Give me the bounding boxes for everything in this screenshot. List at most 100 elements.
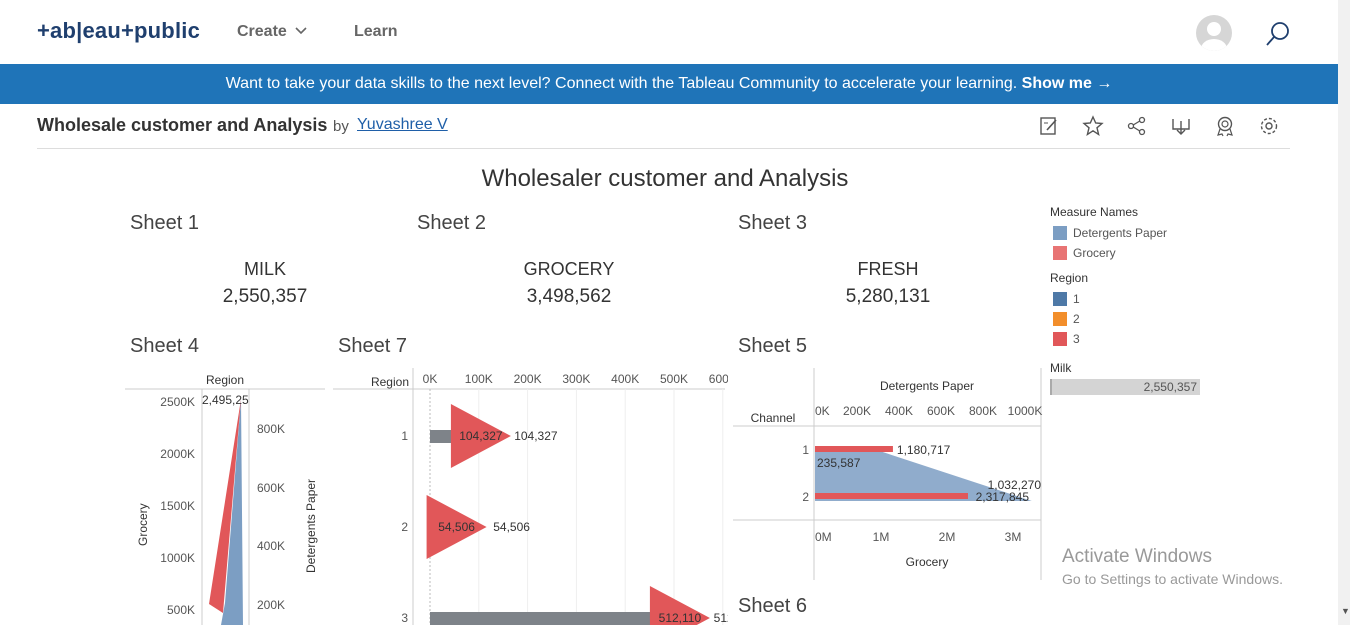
scroll-down-arrow-icon[interactable]: ▼ — [1341, 606, 1350, 616]
legend-item-region-2[interactable]: 2 — [1050, 309, 1200, 329]
top-tick: 400K — [885, 404, 913, 418]
data-label: 54,506 — [438, 520, 475, 534]
legend-milk-title: Milk — [1050, 361, 1072, 375]
data-label: 54,506 — [493, 520, 530, 534]
sheet5-bottom-ticks: 0M 1M 2M 3M — [815, 530, 1021, 544]
legend-swatch — [1053, 292, 1067, 306]
dashboard-title: Wholesaler customer and Analysis — [481, 165, 849, 192]
chevron-down-icon — [295, 27, 307, 35]
y-tick: 2000K — [160, 447, 195, 461]
x-tick: 200K — [514, 372, 542, 386]
y2-tick: 800K — [257, 422, 285, 436]
sheet5-categories: 12 — [802, 443, 809, 504]
kpi-grocery-value: 3,498,562 — [526, 286, 612, 307]
sheet5-top-ticks: 0K 200K 400K 600K 800K 1000K — [815, 404, 1042, 418]
legend-label: 3 — [1073, 332, 1080, 346]
x-tick: 0K — [423, 372, 438, 386]
data-label: 512,110 — [659, 611, 702, 625]
banner-text: Want to take your data skills to the nex… — [225, 75, 1018, 92]
y-tick: 1500K — [160, 499, 195, 513]
search-icon — [1266, 22, 1289, 46]
legend-region-title: Region — [1050, 271, 1089, 285]
badge-button[interactable] — [1210, 114, 1240, 138]
top-tick: 1000K — [1008, 404, 1043, 418]
tableau-public-logo[interactable]: +ab|eau+public — [37, 18, 200, 44]
legend-measure-title: Measure Names — [1050, 205, 1139, 219]
badge-icon — [1217, 116, 1233, 137]
sheet7-categories: 1 2 3 — [401, 429, 408, 625]
user-avatar[interactable] — [1196, 15, 1232, 51]
viz-by: by — [333, 118, 349, 135]
category-label: 2 — [401, 520, 408, 534]
legend-label: 1 — [1073, 292, 1080, 306]
bar-grocery[interactable] — [815, 446, 893, 452]
activate-windows-title: Activate Windows — [1062, 546, 1212, 567]
top-nav: +ab|eau+public Create Learn — [0, 0, 1338, 64]
bottom-tick: 1M — [873, 530, 890, 544]
download-icon — [1172, 119, 1190, 135]
top-tick: 600K — [927, 404, 955, 418]
data-label: 2,495,25 — [202, 393, 249, 407]
edit-button[interactable] — [1034, 114, 1064, 138]
y2-tick: 600K — [257, 481, 285, 495]
top-tick: 800K — [969, 404, 997, 418]
data-label: 1,180,717 — [897, 443, 951, 457]
top-tick: 200K — [843, 404, 871, 418]
nav-learn[interactable]: Learn — [354, 23, 398, 41]
page-scrollbar[interactable] — [1338, 0, 1350, 625]
legend-swatch — [1053, 226, 1067, 240]
milk-filter-bar[interactable]: 2,550,357 — [1050, 379, 1200, 395]
kpi-grocery-label: GROCERY — [523, 259, 615, 279]
legend-label: 2 — [1073, 312, 1080, 326]
bottom-tick: 3M — [1005, 530, 1022, 544]
y-tick: 2500K — [160, 395, 195, 409]
author-link[interactable]: Yuvashree V — [357, 116, 448, 134]
category-label: 1 — [802, 443, 809, 457]
sheet4-chart[interactable]: Region 2500K 2000K 1500K 1000K 500K 800K… — [125, 368, 330, 625]
activate-windows-subtitle: Go to Settings to activate Windows. — [1062, 571, 1283, 587]
edit-icon — [1040, 117, 1057, 135]
share-button[interactable] — [1122, 114, 1152, 138]
community-banner: Want to take your data skills to the nex… — [0, 64, 1338, 104]
data-label: 235,587 — [817, 456, 861, 470]
data-label: 2,317,845 — [976, 490, 1030, 504]
banner-show-me-link[interactable]: Show me → — [1022, 75, 1113, 92]
sheet7-title: Sheet 7 — [338, 335, 407, 357]
legend-item-region-1[interactable]: 1 — [1050, 289, 1200, 309]
kpi-milk-label: MILK — [243, 259, 286, 279]
bottom-tick: 0M — [815, 530, 832, 544]
data-label: 104,327 — [459, 429, 503, 443]
legend-swatch — [1053, 246, 1067, 260]
bottom-axis-title: Grocery — [906, 555, 949, 569]
sheet5-chart[interactable]: Detergents Paper Channel Grocery 0K 200K 4… — [733, 368, 1043, 580]
data-label: 104,327 — [514, 429, 558, 443]
logo-text: +ab|eau+public — [37, 18, 201, 43]
sheet2-title: Sheet 2 — [417, 212, 486, 234]
sheet7-chart[interactable]: Region 0K 100K 200K 300K 400K 500K 600K 1 2 3 10… — [333, 368, 728, 625]
bottom-tick: 2M — [939, 530, 956, 544]
legend-panel: Measure Names Detergents Paper Grocery R… — [1050, 205, 1200, 395]
y-tick: 1000K — [160, 551, 195, 565]
nav-create[interactable]: Create — [237, 23, 308, 41]
row-header: Channel — [751, 411, 796, 425]
settings-button[interactable] — [1254, 114, 1284, 138]
search-button[interactable] — [1262, 19, 1292, 49]
bar[interactable] — [430, 612, 680, 625]
legend-item-grocery[interactable]: Grocery — [1050, 243, 1200, 263]
top-tick: 0K — [815, 404, 830, 418]
favorite-button[interactable] — [1078, 114, 1108, 138]
x-tick: 400K — [611, 372, 639, 386]
legend-item-region-3[interactable]: 3 — [1050, 329, 1200, 349]
sheet3-title: Sheet 3 — [738, 212, 807, 234]
x-tick: 300K — [562, 372, 590, 386]
y2-tick: 400K — [257, 539, 285, 553]
legend-item-detergents[interactable]: Detergents Paper — [1050, 223, 1200, 243]
legend-label: Detergents Paper — [1073, 226, 1168, 240]
category-label: 3 — [401, 611, 408, 625]
viz-toolbar — [1034, 114, 1284, 138]
download-button[interactable] — [1166, 114, 1196, 138]
nav-create-label: Create — [237, 23, 287, 40]
y2-tick: 200K — [257, 598, 285, 612]
star-icon — [1082, 115, 1104, 137]
bar-grocery[interactable] — [815, 493, 968, 499]
